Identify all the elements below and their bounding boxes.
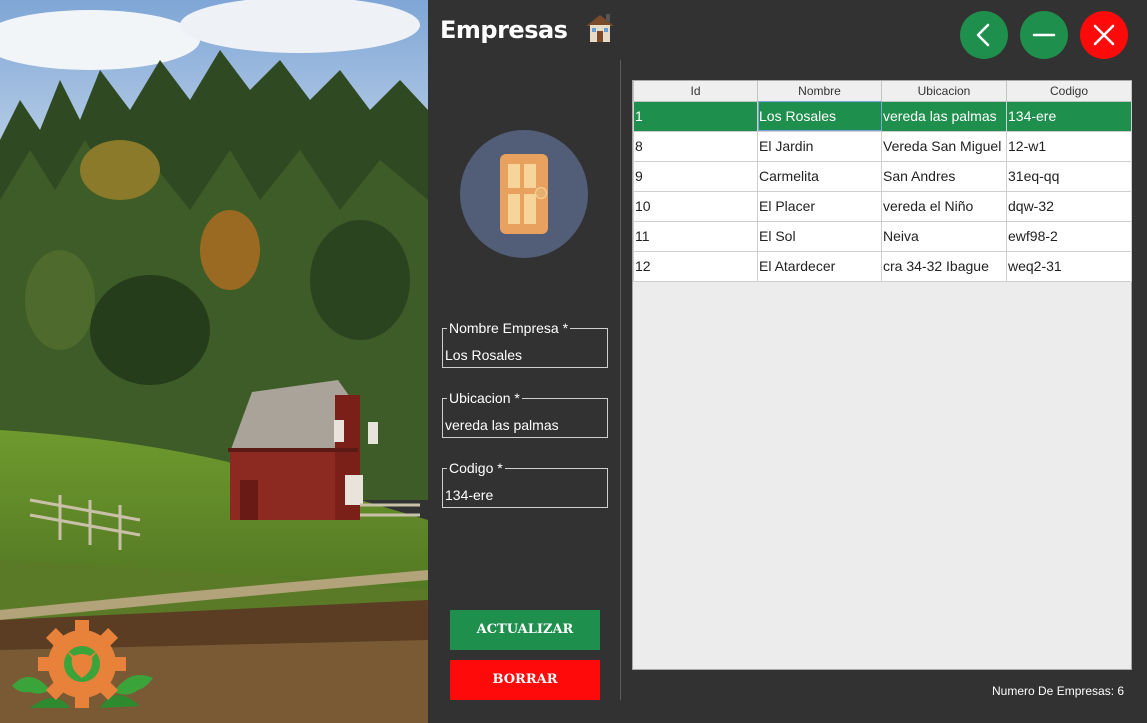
column-header-ubicacion[interactable]: Ubicacion	[881, 81, 1007, 102]
chevron-left-icon	[976, 23, 990, 47]
cell-id[interactable]: 12	[633, 250, 758, 282]
cell-codigo[interactable]: weq2-31	[1006, 250, 1132, 282]
cell-nombre[interactable]: El Jardin	[757, 130, 882, 162]
cell-nombre[interactable]: Los Rosales	[757, 100, 882, 132]
empresas-count: Numero De Empresas: 6	[992, 684, 1125, 698]
nombre-empresa-field: Nombre Empresa *	[442, 320, 608, 368]
app-logo	[10, 618, 155, 713]
cell-id[interactable]: 11	[633, 220, 758, 252]
empresas-table: Id Nombre Ubicacion Codigo 1 Los Rosales…	[632, 80, 1132, 670]
column-header-nombre[interactable]: Nombre	[757, 81, 882, 102]
door-icon	[500, 154, 548, 234]
codigo-label: Codigo *	[447, 460, 505, 476]
codigo-field: Codigo *	[442, 460, 608, 508]
back-button[interactable]	[960, 11, 1008, 59]
minimize-button[interactable]	[1020, 11, 1068, 59]
column-header-codigo[interactable]: Codigo	[1006, 81, 1132, 102]
actualizar-button[interactable]: ACTUALIZAR	[450, 610, 600, 650]
door-avatar	[460, 130, 588, 258]
cell-nombre[interactable]: El Placer	[757, 190, 882, 222]
close-icon	[1093, 24, 1115, 46]
cell-codigo[interactable]: dqw-32	[1006, 190, 1132, 222]
cell-id[interactable]: 9	[633, 160, 758, 192]
cell-ubicacion[interactable]: vereda el Niño	[881, 190, 1007, 222]
cell-id[interactable]: 8	[633, 130, 758, 162]
codigo-input[interactable]	[445, 486, 605, 504]
table-row[interactable]: 1 Los Rosales vereda las palmas 134-ere	[633, 100, 1132, 132]
ubicacion-field: Ubicacion *	[442, 390, 608, 438]
cell-codigo[interactable]: 31eq-qq	[1006, 160, 1132, 192]
cell-nombre[interactable]: El Atardecer	[757, 250, 882, 282]
table-row[interactable]: 12 El Atardecer cra 34-32 Ibague weq2-31	[633, 250, 1132, 282]
cell-id[interactable]: 1	[633, 100, 758, 132]
cell-codigo[interactable]: 134-ere	[1006, 100, 1132, 132]
ubicacion-label: Ubicacion *	[447, 390, 522, 406]
house-icon	[582, 10, 618, 46]
cell-ubicacion[interactable]: vereda las palmas	[881, 100, 1007, 132]
vertical-divider	[620, 60, 621, 700]
page-title: Empresas	[440, 16, 568, 44]
cell-codigo[interactable]: ewf98-2	[1006, 220, 1132, 252]
farm-landscape-image	[0, 0, 428, 723]
nombre-empresa-label: Nombre Empresa *	[447, 320, 571, 336]
minus-icon	[1032, 33, 1056, 37]
table-row[interactable]: 9 Carmelita San Andres 31eq-qq	[633, 160, 1132, 192]
column-header-id[interactable]: Id	[633, 81, 758, 102]
cell-ubicacion[interactable]: Neiva	[881, 220, 1007, 252]
borrar-button[interactable]: BORRAR	[450, 660, 600, 700]
cell-codigo[interactable]: 12-w1	[1006, 130, 1132, 162]
cell-ubicacion[interactable]: cra 34-32 Ibague	[881, 250, 1007, 282]
table-row[interactable]: 8 El Jardin Vereda San Miguel 12-w1	[633, 130, 1132, 162]
table-row[interactable]: 11 El Sol Neiva ewf98-2	[633, 220, 1132, 252]
main-panel: Empresas Nombre Empresa * Los Rosales Ub…	[428, 0, 1147, 723]
cell-nombre[interactable]: Carmelita	[757, 160, 882, 192]
cell-ubicacion[interactable]: San Andres	[881, 160, 1007, 192]
ubicacion-input[interactable]	[445, 416, 605, 434]
table-header-row: Id Nombre Ubicacion Codigo	[633, 81, 1132, 102]
cell-ubicacion[interactable]: Vereda San Miguel	[881, 130, 1007, 162]
table-row[interactable]: 10 El Placer vereda el Niño dqw-32	[633, 190, 1132, 222]
cell-nombre[interactable]: El Sol	[757, 220, 882, 252]
cell-id[interactable]: 10	[633, 190, 758, 222]
close-button[interactable]	[1080, 11, 1128, 59]
nombre-empresa-input[interactable]	[445, 346, 605, 364]
